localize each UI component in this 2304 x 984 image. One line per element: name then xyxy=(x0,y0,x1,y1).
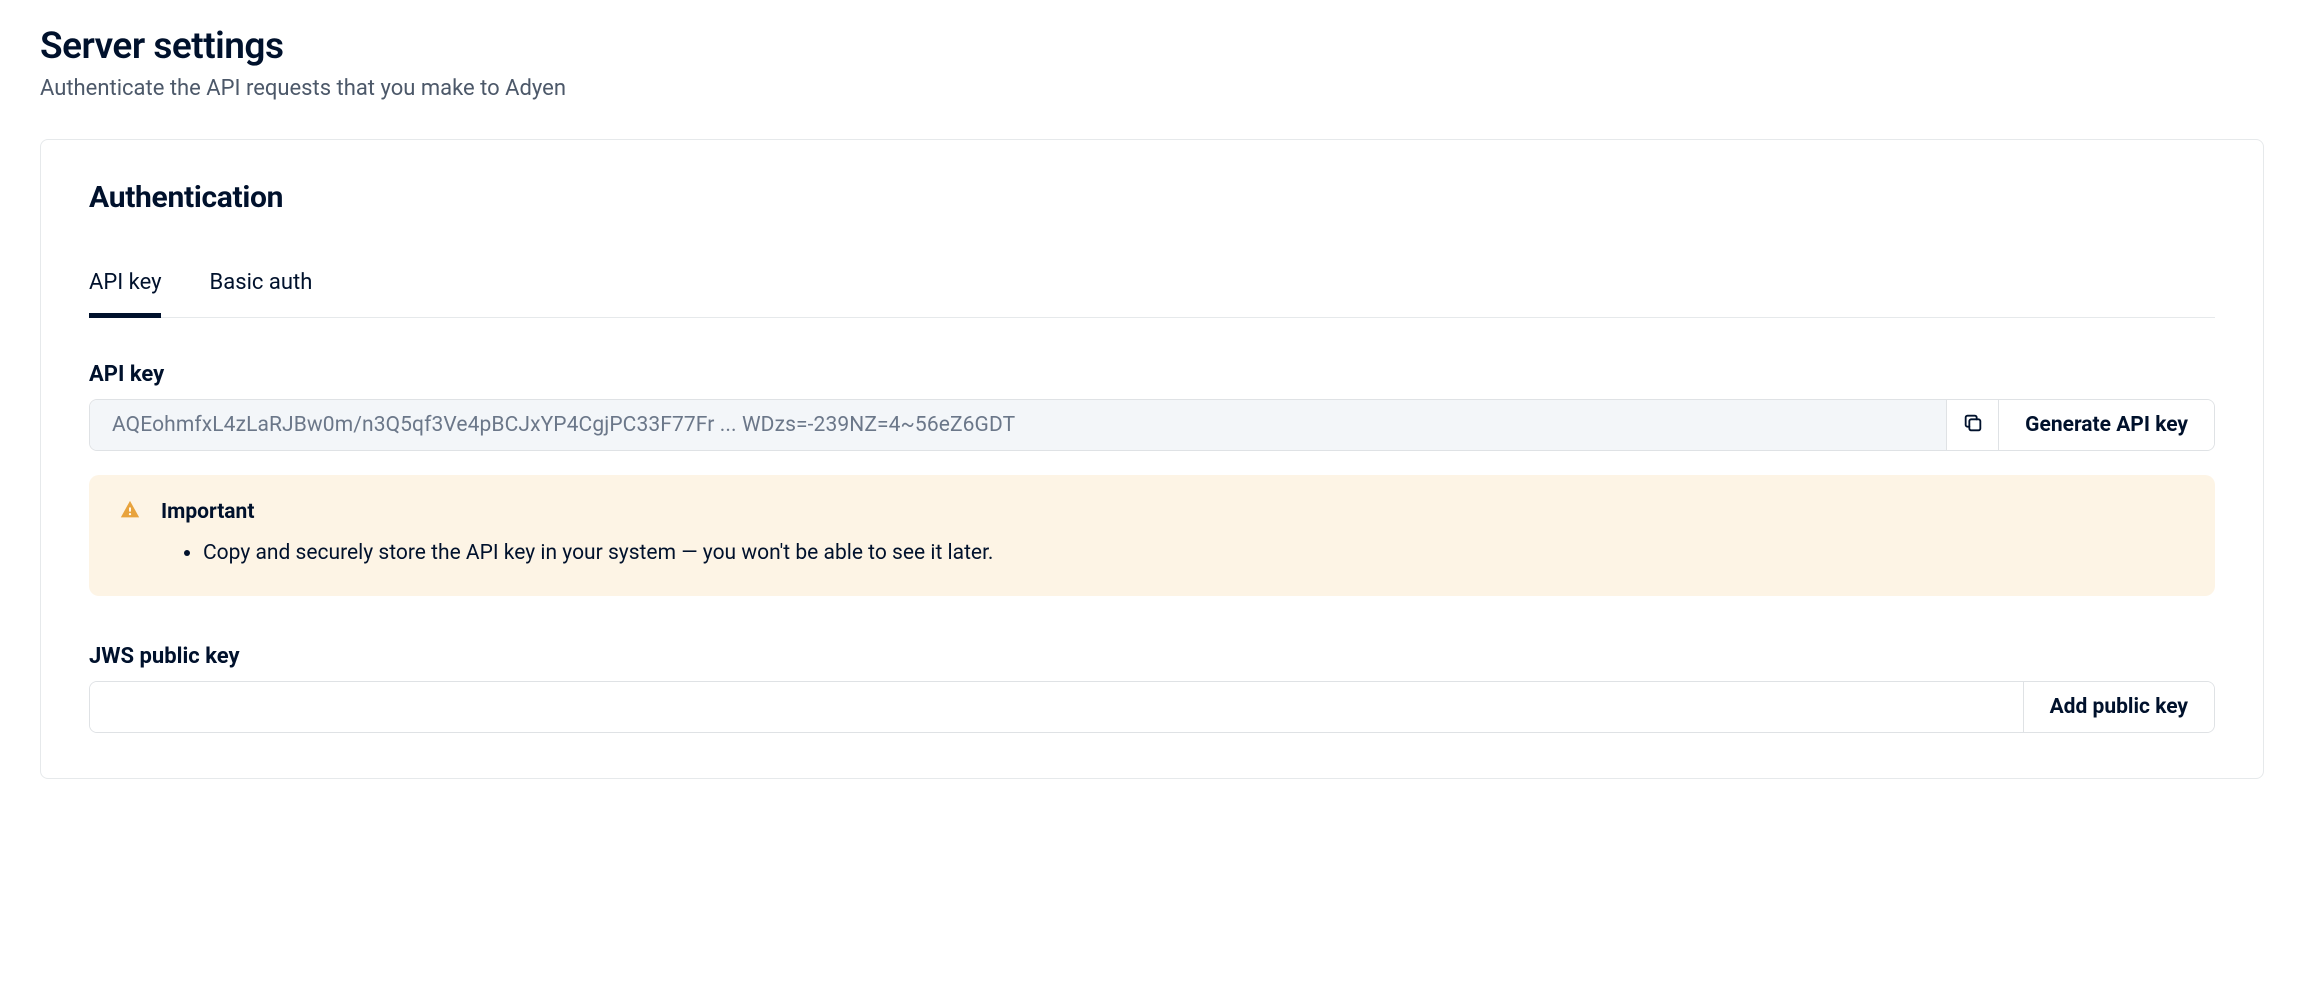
alert-header: Important xyxy=(119,499,2185,525)
jws-label: JWS public key xyxy=(89,644,2215,669)
jws-row: Add public key xyxy=(89,681,2215,733)
add-public-key-button[interactable]: Add public key xyxy=(2023,682,2214,732)
warning-icon xyxy=(119,499,141,525)
generate-api-key-button[interactable]: Generate API key xyxy=(1998,400,2214,450)
page-subtitle: Authenticate the API requests that you m… xyxy=(40,76,2264,101)
authentication-card: Authentication API key Basic auth API ke… xyxy=(40,139,2264,779)
alert-item: Copy and securely store the API key in y… xyxy=(203,539,2185,568)
tab-api-key[interactable]: API key xyxy=(89,270,162,317)
api-key-label: API key xyxy=(89,362,2215,387)
api-key-value: AQEohmfxL4zLaRJBw0m/n3Q5qf3Ve4pBCJxYP4Cg… xyxy=(90,400,1946,450)
copy-api-key-button[interactable] xyxy=(1946,400,1998,450)
copy-icon xyxy=(1962,412,1984,438)
api-key-row: AQEohmfxL4zLaRJBw0m/n3Q5qf3Ve4pBCJxYP4Cg… xyxy=(89,399,2215,451)
tab-basic-auth[interactable]: Basic auth xyxy=(210,270,313,317)
page-title: Server settings xyxy=(40,25,2264,68)
card-title: Authentication xyxy=(89,180,2215,215)
alert-body: Copy and securely store the API key in y… xyxy=(119,539,2185,568)
important-alert: Important Copy and securely store the AP… xyxy=(89,475,2215,596)
alert-title: Important xyxy=(161,500,254,524)
auth-tabs: API key Basic auth xyxy=(89,270,2215,318)
jws-empty-input xyxy=(90,682,2023,732)
